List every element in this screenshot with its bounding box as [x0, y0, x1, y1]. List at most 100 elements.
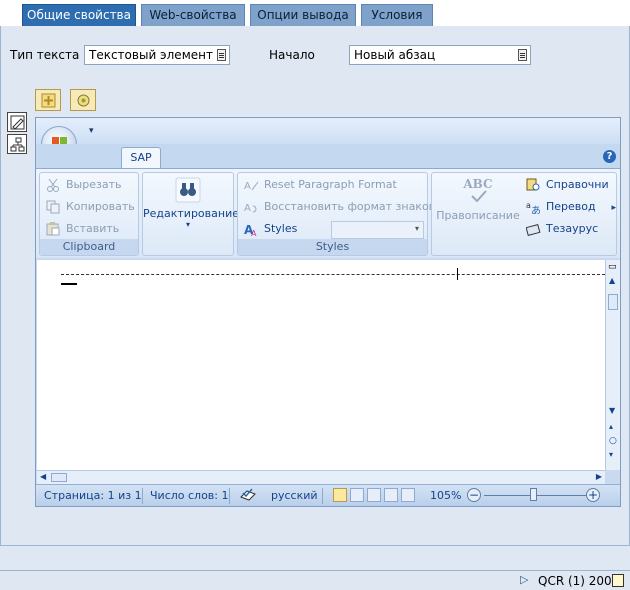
settings-button[interactable]: [70, 89, 96, 111]
scroll-thumb[interactable]: [608, 294, 618, 310]
document-area[interactable]: [37, 260, 605, 470]
zoom-level[interactable]: 105%: [430, 489, 461, 502]
reset-paragraph-format-label: Reset Paragraph Format: [264, 178, 397, 191]
svg-text:あ: あ: [531, 205, 541, 214]
system-info[interactable]: QCR (1) 200: [538, 574, 612, 588]
hierarchy-icon: [10, 137, 25, 152]
language[interactable]: русский: [271, 489, 318, 502]
structure-button[interactable]: [7, 134, 27, 154]
web-layout-view-icon[interactable]: [367, 488, 381, 502]
book-search-icon: [526, 178, 540, 191]
page-count[interactable]: Страница: 1 из 1: [44, 489, 142, 502]
scroll-left-icon[interactable]: ◀: [40, 472, 46, 481]
outline-view-icon[interactable]: [384, 488, 398, 502]
styles-dropdown[interactable]: ▾: [331, 221, 424, 239]
text-type-select[interactable]: Текстовый элемент: [84, 45, 230, 65]
chevron-down-icon: ▾: [185, 220, 190, 229]
text-boundary-line: [61, 274, 605, 275]
scissors-icon: [47, 178, 59, 192]
browse-object-icon[interactable]: ○: [609, 436, 617, 446]
next-page-icon[interactable]: ▾: [609, 450, 613, 459]
svg-text:A: A: [251, 229, 257, 236]
reference-label: Справочни: [546, 178, 609, 191]
cut-label: Вырезать: [66, 178, 122, 191]
editing-label: Редактирование: [143, 207, 239, 220]
tab-sap[interactable]: SAP: [121, 147, 161, 169]
thesaurus-icon: [526, 223, 541, 236]
full-screen-reading-view-icon[interactable]: [350, 488, 364, 502]
tab-output-options[interactable]: Опции вывода: [250, 4, 356, 26]
proofing-group: ABC Правописание Справочни aあ Перевод Те…: [431, 172, 617, 256]
insert-icon: [41, 93, 56, 108]
zoom-out-icon[interactable]: −: [467, 488, 481, 502]
scroll-right-icon[interactable]: ▶: [596, 472, 602, 481]
zoom-slider-thumb[interactable]: [530, 488, 537, 501]
cut-button[interactable]: Вырезать: [44, 176, 121, 194]
styles-button[interactable]: AA Styles: [242, 220, 297, 238]
quick-access-toolbar: [36, 118, 620, 144]
spelling-label: Правописание: [436, 209, 520, 222]
tab-general-properties[interactable]: Общие свойства: [22, 4, 136, 26]
draft-view-icon[interactable]: [401, 488, 415, 502]
tab-conditions[interactable]: Условия: [361, 4, 433, 26]
spelling-icon: ABC: [434, 177, 522, 203]
chevron-down-icon: ▾: [414, 224, 419, 233]
svg-text:A: A: [244, 203, 251, 214]
ruler-toggle-icon[interactable]: ▭: [608, 262, 617, 272]
editing-button[interactable]: Редактирование ▾: [143, 177, 239, 229]
restore-char-format-button[interactable]: A Восстановить формат знаков: [242, 198, 435, 216]
insert-button[interactable]: [35, 89, 61, 111]
word-status-bar: Страница: 1 из 1 Число слов: 1 русский 1…: [36, 484, 620, 506]
ribbon: Вырезать Копировать Вставить Clipboard Р…: [36, 168, 620, 258]
play-icon[interactable]: ▷: [520, 573, 528, 586]
edit-mode-button[interactable]: [7, 112, 27, 132]
text-cursor: [61, 283, 77, 285]
tab-stop-marker: [457, 268, 458, 280]
text-type-label: Тип текста: [10, 48, 80, 62]
translate-icon: aあ: [526, 201, 541, 214]
translate-button[interactable]: aあ Перевод: [524, 198, 596, 216]
text-type-value: Текстовый элемент: [89, 48, 213, 62]
ribbon-scroll-right-icon[interactable]: ▸: [611, 203, 616, 213]
spelling-button[interactable]: ABC Правописание: [434, 177, 522, 222]
zoom-slider-track[interactable]: [484, 495, 590, 496]
tab-strip: Общие свойства Web-свойства Опции вывода…: [0, 0, 630, 26]
copy-label: Копировать: [66, 200, 135, 213]
paste-label: Вставить: [66, 222, 120, 235]
reference-button[interactable]: Справочни: [524, 176, 609, 194]
scroll-down-icon[interactable]: ▼: [609, 406, 615, 415]
paste-icon: [46, 222, 60, 236]
zoom-in-icon[interactable]: +: [586, 488, 600, 502]
customize-qat-icon[interactable]: ▾: [89, 126, 94, 136]
binoculars-icon: [175, 177, 201, 203]
reset-format-icon: A: [244, 181, 259, 192]
styles-icon: AA: [244, 223, 257, 236]
translate-label: Перевод: [546, 200, 596, 213]
start-label: Начало: [269, 48, 315, 62]
styles-group-title: Styles: [238, 239, 427, 255]
proofing-status-icon[interactable]: [240, 488, 256, 502]
sap-status-bar: ▷ QCR (1) 200: [0, 570, 630, 590]
gear-icon: [77, 94, 90, 107]
paste-button[interactable]: Вставить: [44, 220, 119, 238]
vertical-scrollbar[interactable]: ▭ ▲ ▼ ▴ ○ ▾: [605, 260, 620, 470]
thesaurus-button[interactable]: Тезаурус: [524, 220, 598, 238]
editing-group: Редактирование ▾: [142, 172, 239, 256]
dropdown-icon[interactable]: [518, 49, 527, 61]
print-layout-view-icon[interactable]: [333, 488, 347, 502]
prev-page-icon[interactable]: ▴: [609, 422, 613, 431]
reset-paragraph-format-button[interactable]: A Reset Paragraph Format: [242, 176, 397, 194]
hscroll-thumb[interactable]: [51, 473, 67, 482]
pencil-icon: [10, 115, 25, 130]
dropdown-icon[interactable]: [217, 49, 226, 61]
scroll-up-icon[interactable]: ▲: [609, 276, 615, 285]
word-count[interactable]: Число слов: 1: [150, 489, 229, 502]
system-menu-icon[interactable]: [612, 574, 624, 587]
word-editor: ▾ SAP ? Вырезать Копировать Вставить Cli…: [35, 117, 621, 507]
styles-label: Styles: [264, 222, 298, 235]
horizontal-scrollbar[interactable]: ◀ ▶: [37, 470, 605, 484]
help-icon[interactable]: ?: [603, 150, 616, 163]
copy-button[interactable]: Копировать: [44, 198, 135, 216]
start-select[interactable]: Новый абзац: [349, 45, 531, 65]
tab-web-properties[interactable]: Web-свойства: [141, 4, 245, 26]
